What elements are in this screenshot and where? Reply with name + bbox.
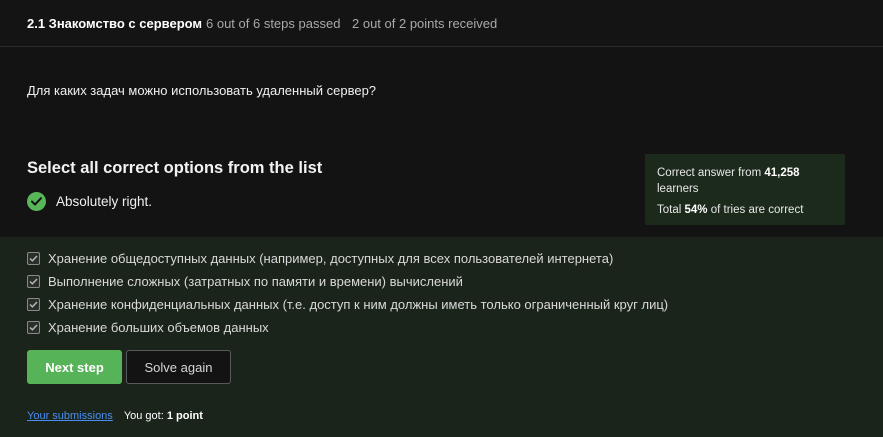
option-checkbox[interactable]	[27, 297, 40, 311]
lesson-title[interactable]: 2.1 Знакомство с сервером	[27, 16, 202, 31]
stats-tries: Total 54% of tries are correct	[657, 202, 833, 218]
option-label: Хранение больших объемов данных	[48, 319, 269, 335]
result-text: Absolutely right.	[56, 194, 153, 209]
your-submissions-link[interactable]: Your submissions	[27, 410, 113, 422]
points-progress: 2 out of 2 points received	[352, 16, 498, 31]
checkmark-icon	[29, 323, 38, 331]
result-status: Absolutely right.	[27, 192, 152, 211]
stats-total-prefix: Total	[657, 204, 682, 216]
instruction-title: Select all correct options from the list	[27, 159, 323, 177]
next-step-button[interactable]: Next step	[27, 350, 122, 384]
checkmark-icon	[29, 277, 38, 285]
score-value: 1 point	[166, 410, 203, 422]
option-label: Хранение общедоступных данных (например,…	[48, 250, 614, 266]
option-item[interactable]: Выполнение сложных (затратных по памяти …	[27, 273, 463, 289]
submission-footer: Your submissions You got: 1 point	[27, 410, 203, 422]
option-checkbox[interactable]	[27, 251, 40, 265]
option-item[interactable]: Хранение больших объемов данных	[27, 319, 269, 335]
stats-panel: Correct answer from 41,258 learners Tota…	[645, 154, 845, 225]
you-got-label: You got:	[123, 410, 164, 422]
stats-learners: Correct answer from 41,258 learners	[657, 165, 833, 197]
checkmark-icon	[29, 300, 38, 308]
stats-tries-suffix: of tries are correct	[710, 204, 804, 216]
step-header: 2.1 Знакомство с сервером 6 out of 6 ste…	[0, 0, 883, 47]
checkmark-icon	[29, 254, 38, 262]
stats-learners-count: 41,258	[764, 167, 800, 179]
stats-correct-prefix: Correct answer from	[657, 167, 762, 179]
option-checkbox[interactable]	[27, 274, 40, 288]
solve-again-button[interactable]: Solve again	[126, 350, 231, 384]
score-info: You got: 1 point	[124, 410, 203, 422]
option-checkbox[interactable]	[27, 320, 40, 334]
stats-percent: 54%	[684, 204, 708, 216]
option-label: Выполнение сложных (затратных по памяти …	[48, 273, 463, 289]
option-item[interactable]: Хранение общедоступных данных (например,…	[27, 250, 613, 266]
quiz-step-page: 2.1 Знакомство с сервером 6 out of 6 ste…	[0, 0, 883, 437]
success-check-icon	[27, 192, 46, 211]
steps-progress: 6 out of 6 steps passed	[206, 16, 341, 31]
option-item[interactable]: Хранение конфиденциальных данных (т.е. д…	[27, 296, 668, 312]
stats-learners-word: learners	[657, 183, 699, 195]
question-text: Для каких задач можно использовать удале…	[27, 83, 377, 98]
option-label: Хранение конфиденциальных данных (т.е. д…	[48, 296, 669, 312]
answers-area	[0, 237, 883, 437]
